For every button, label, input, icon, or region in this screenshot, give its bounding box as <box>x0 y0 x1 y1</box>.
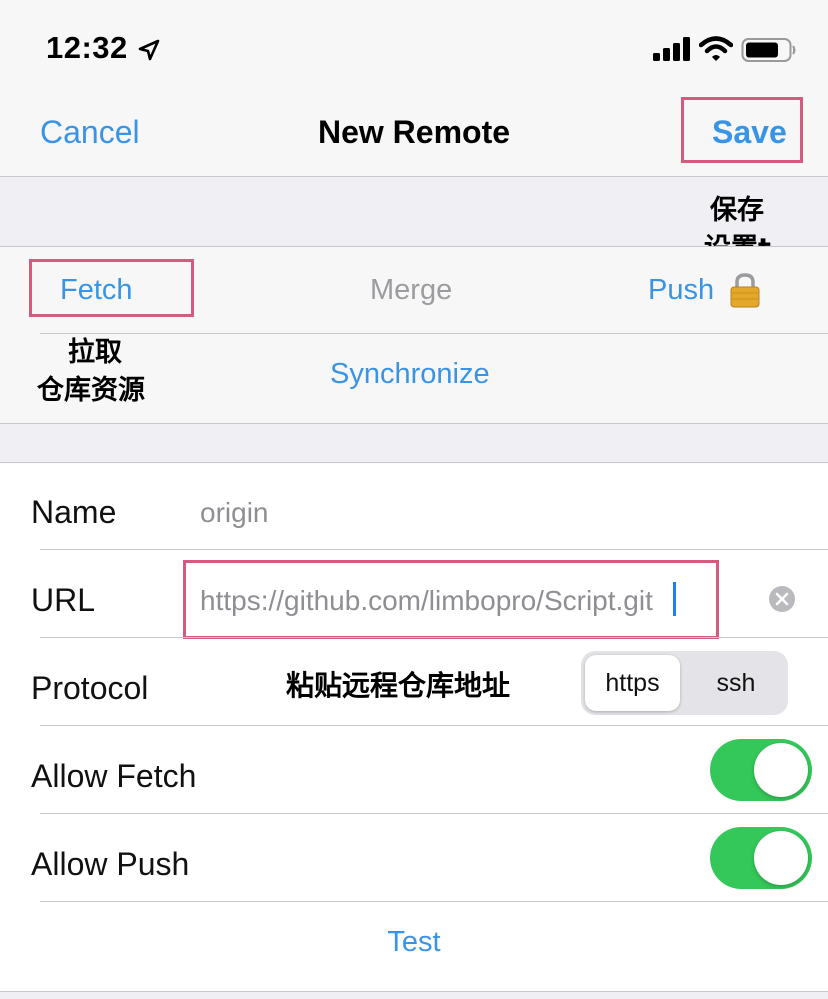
url-label: URL <box>31 582 96 618</box>
row-divider <box>40 813 828 814</box>
battery-icon <box>741 38 796 62</box>
allow-fetch-toggle-knob <box>754 743 808 797</box>
protocol-option-https[interactable]: https <box>585 669 680 698</box>
test-button[interactable]: Test <box>0 926 828 959</box>
save-highlight-box <box>681 97 803 163</box>
allow-push-label: Allow Push <box>31 846 190 882</box>
name-field[interactable]: origin <box>200 497 268 529</box>
lock-icon <box>730 273 760 308</box>
merge-button: Merge <box>370 274 453 306</box>
annotation-save-line1: 保存 <box>710 195 764 226</box>
protocol-option-ssh[interactable]: ssh <box>686 669 786 698</box>
remote-form <box>0 462 828 992</box>
name-label: Name <box>31 494 117 530</box>
annotation-fetch-line1: 拉取 <box>68 337 122 368</box>
cellular-signal-icon <box>653 37 690 61</box>
fetch-highlight-box <box>29 259 194 317</box>
location-arrow-icon <box>138 39 160 61</box>
row-divider <box>40 549 828 550</box>
allow-fetch-label: Allow Fetch <box>31 758 197 794</box>
clear-text-icon[interactable] <box>768 585 796 613</box>
status-time: 12:32 <box>46 30 128 65</box>
row-divider <box>40 725 828 726</box>
push-button[interactable]: Push <box>648 274 714 307</box>
url-highlight-box <box>183 560 719 639</box>
sync-divider <box>40 333 828 334</box>
synchronize-button[interactable]: Synchronize <box>330 358 490 391</box>
protocol-label: Protocol <box>31 670 149 706</box>
row-divider <box>40 901 828 902</box>
row-divider <box>40 637 828 638</box>
allow-push-toggle-knob <box>754 831 808 885</box>
annotation-url: 粘贴远程仓库地址 <box>286 669 511 702</box>
annotation-fetch-line2: 仓库资源 <box>37 375 145 406</box>
wifi-icon <box>699 36 733 61</box>
